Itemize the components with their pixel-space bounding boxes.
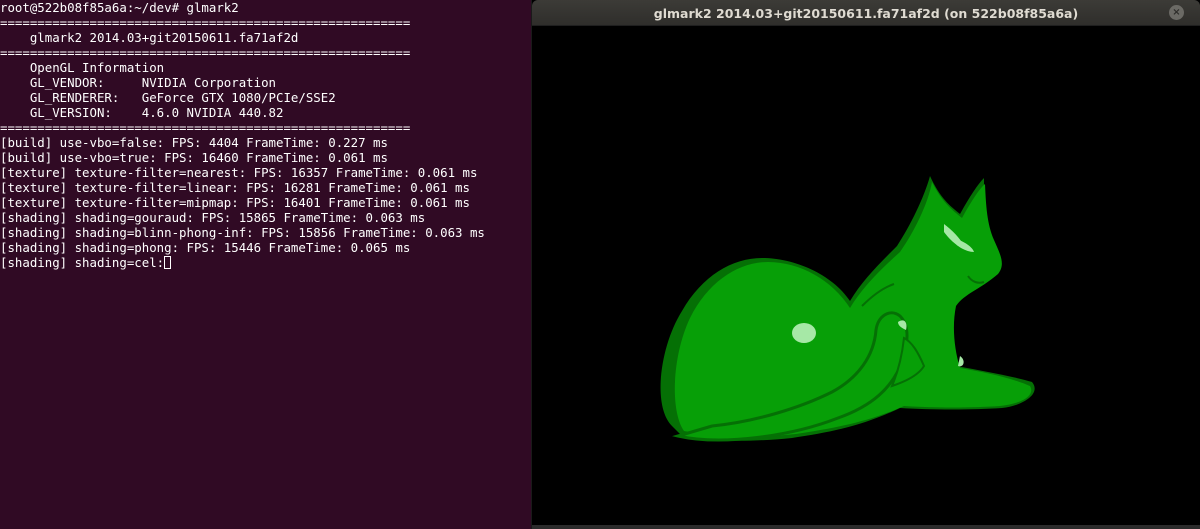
- chest-highlight: [958, 356, 964, 367]
- terminal-line: ========================================…: [0, 120, 411, 135]
- terminal-line: [build] use-vbo=true: FPS: 16460 FrameTi…: [0, 150, 388, 165]
- terminal-line: [texture] texture-filter=linear: FPS: 16…: [0, 180, 470, 195]
- window-title: glmark2 2014.03+git20150611.fa71af2d (on…: [653, 6, 1079, 21]
- terminal-line: ========================================…: [0, 45, 411, 60]
- terminal-line: [shading] shading=gouraud: FPS: 15865 Fr…: [0, 210, 426, 225]
- glmark2-window[interactable]: glmark2 2014.03+git20150611.fa71af2d (on…: [531, 0, 1200, 529]
- close-button[interactable]: ×: [1169, 5, 1184, 20]
- terminal-line: [build] use-vbo=false: FPS: 4404 FrameTi…: [0, 135, 388, 150]
- terminal-line-text: [shading] shading=cel:: [0, 255, 165, 270]
- window-titlebar[interactable]: glmark2 2014.03+git20150611.fa71af2d (on…: [532, 0, 1200, 26]
- terminal[interactable]: root@522b08f85a6a:~/dev# glmark2 =======…: [0, 0, 530, 529]
- terminal-line: [texture] texture-filter=mipmap: FPS: 16…: [0, 195, 470, 210]
- terminal-line: root@522b08f85a6a:~/dev# glmark2: [0, 0, 239, 15]
- text-cursor: [164, 256, 172, 269]
- terminal-line: [shading] shading=blinn-phong-inf: FPS: …: [0, 225, 485, 240]
- body-highlight: [792, 323, 816, 343]
- terminal-line: [shading] shading=phong: FPS: 15446 Fram…: [0, 240, 411, 255]
- cat-model-render: [660, 176, 1035, 442]
- terminal-line: ========================================…: [0, 15, 411, 30]
- terminal-line: OpenGL Information: [0, 60, 165, 75]
- terminal-prompt-line[interactable]: [shading] shading=cel:: [0, 255, 530, 270]
- close-icon: ×: [1172, 7, 1181, 18]
- terminal-line: GL_RENDERER: GeForce GTX 1080/PCIe/SSE2: [0, 90, 336, 105]
- render-viewport: [532, 26, 1200, 523]
- terminal-line: [texture] texture-filter=nearest: FPS: 1…: [0, 165, 478, 180]
- terminal-line: glmark2 2014.03+git20150611.fa71af2d: [0, 30, 299, 45]
- terminal-line: GL_VENDOR: NVIDIA Corporation: [0, 75, 277, 90]
- window-bottom-border: [532, 525, 1200, 529]
- terminal-line: GL_VERSION: 4.6.0 NVIDIA 440.82: [0, 105, 284, 120]
